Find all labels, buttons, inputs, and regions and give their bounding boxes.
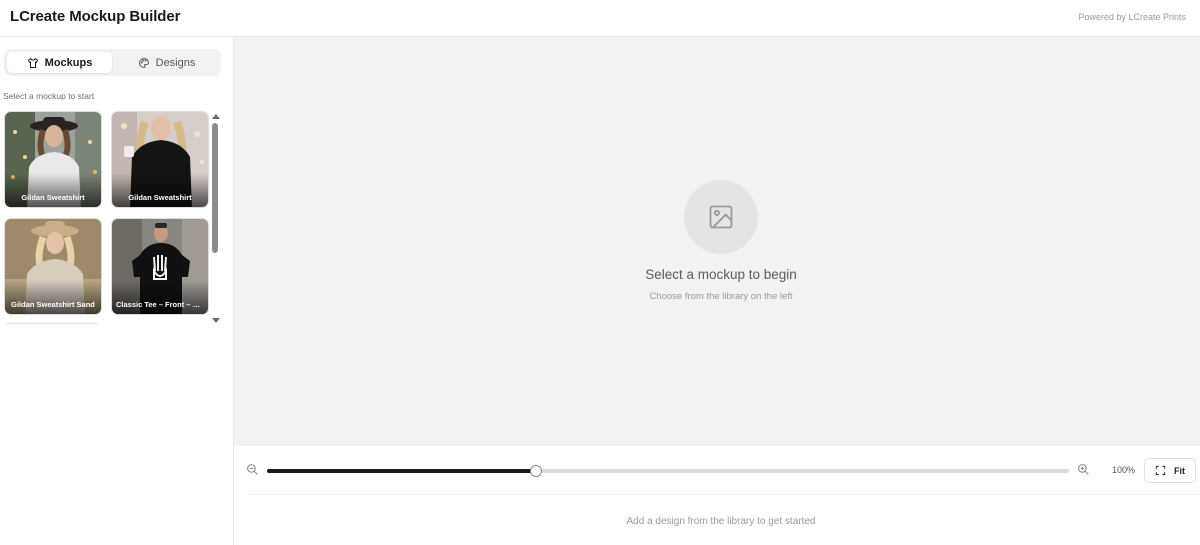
fullscreen-icon bbox=[1155, 465, 1166, 476]
mockup-card[interactable]: Gildan Sweatshirt bbox=[111, 111, 209, 208]
fit-button[interactable]: Fit bbox=[1144, 458, 1196, 483]
tab-mockups[interactable]: Mockups bbox=[7, 52, 112, 73]
mockup-card[interactable]: Gildan Sweatshirt Sand bbox=[4, 218, 102, 315]
library-tabs: Mockups Designs bbox=[4, 49, 221, 76]
zoom-slider[interactable] bbox=[267, 465, 1069, 477]
zoom-out-icon[interactable] bbox=[246, 463, 259, 476]
empty-state-title: Select a mockup to begin bbox=[645, 267, 797, 282]
next-row-peek bbox=[6, 323, 98, 325]
app-title: LCreate Mockup Builder bbox=[10, 8, 181, 25]
mockup-card-label: Gildan Sweatshirt Sand bbox=[11, 300, 95, 309]
mockup-card-label: Classic Tee – Front – Bl... bbox=[116, 300, 204, 309]
fit-button-label: Fit bbox=[1174, 465, 1185, 476]
header-bar: LCreate Mockup Builder Powered by LCreat… bbox=[0, 0, 1200, 37]
zoom-in-icon[interactable] bbox=[1077, 463, 1090, 476]
empty-state-badge bbox=[684, 180, 758, 254]
mockup-card[interactable]: Gildan Sweatshirt bbox=[4, 111, 102, 208]
zoom-percent: 100% bbox=[1112, 465, 1136, 475]
scroll-up-arrow[interactable] bbox=[212, 114, 220, 119]
zoom-toolbar: 100% Fit Add a design from the library t… bbox=[234, 446, 1200, 545]
image-icon bbox=[709, 205, 733, 229]
mockup-card-label: Gildan Sweatshirt bbox=[128, 193, 192, 202]
palette-icon bbox=[138, 57, 149, 68]
scrollbar-thumb[interactable] bbox=[212, 123, 218, 253]
select-mockup-hint: Select a mockup to start bbox=[3, 91, 95, 101]
toolbar-divider bbox=[248, 494, 1200, 495]
mockup-canvas[interactable]: Select a mockup to begin Choose from the… bbox=[234, 37, 1200, 446]
add-design-hint: Add a design from the library to get sta… bbox=[626, 516, 816, 527]
mockup-card[interactable]: Classic Tee – Front – Bl... bbox=[111, 218, 209, 315]
scroll-down-arrow[interactable] bbox=[212, 318, 220, 323]
empty-state-subtitle: Choose from the library on the left bbox=[649, 291, 793, 302]
app-window: LCreate Mockup Builder Powered by LCreat… bbox=[0, 0, 1200, 545]
powered-by-text: Powered by LCreate Prints bbox=[1078, 12, 1186, 22]
sidebar: Mockups Designs Select a mockup to start bbox=[0, 37, 234, 545]
zoom-slider-thumb[interactable] bbox=[529, 465, 542, 477]
mockup-card-label: Gildan Sweatshirt bbox=[21, 193, 85, 202]
tab-designs[interactable]: Designs bbox=[114, 52, 219, 73]
shirt-icon bbox=[27, 57, 38, 68]
tab-mockups-label: Mockups bbox=[44, 56, 93, 69]
tab-designs-label: Designs bbox=[155, 56, 196, 69]
zoom-slider-fill bbox=[267, 469, 536, 473]
